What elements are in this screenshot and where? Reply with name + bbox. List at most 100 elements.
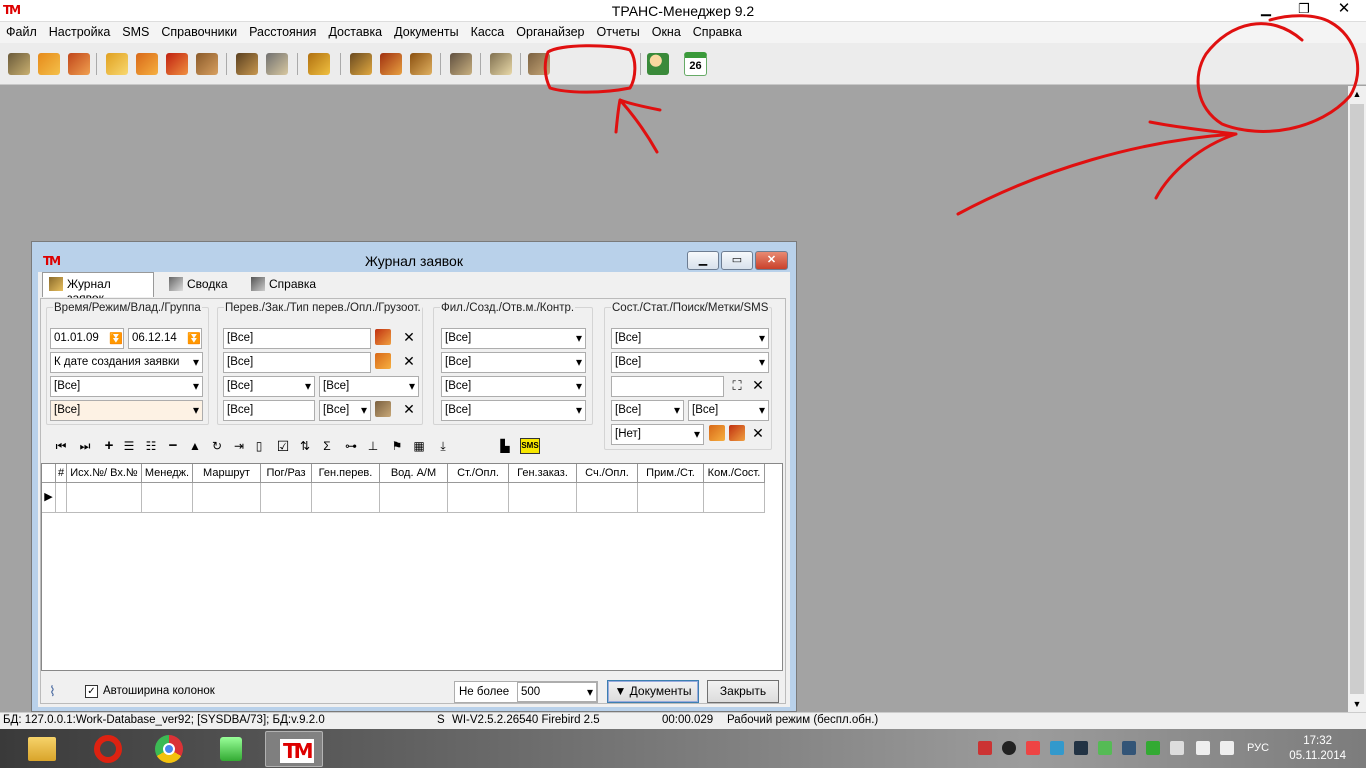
mdi-vertical-scrollbar[interactable]: ▲ ▼ <box>1348 86 1366 712</box>
user-add-icon[interactable] <box>647 53 669 75</box>
scroll-up-icon[interactable]: ▲ <box>1348 86 1366 102</box>
refresh-icon[interactable]: ↻ <box>208 436 226 456</box>
group-select[interactable]: [Все] <box>50 400 203 421</box>
tray-icon[interactable] <box>1098 741 1112 755</box>
responsible-select[interactable]: [Все] <box>441 376 586 397</box>
carrier-clear-icon[interactable]: ✕ <box>402 329 416 345</box>
order-new-icon[interactable] <box>8 53 30 75</box>
menu-cash[interactable]: Касса <box>465 22 511 39</box>
tray-icon[interactable] <box>1026 741 1040 755</box>
shipper-extra-select[interactable]: [Все] <box>319 400 371 421</box>
col-header-manager[interactable]: Менедж. <box>142 464 193 483</box>
app-icon[interactable] <box>202 731 260 767</box>
menu-windows[interactable]: Окна <box>646 22 687 39</box>
sms-truck-icon[interactable] <box>729 425 745 441</box>
wallet-icon[interactable] <box>308 53 330 75</box>
house-icon[interactable] <box>136 53 158 75</box>
sms-clear-icon[interactable]: ✕ <box>751 425 765 441</box>
grid-icon[interactable]: ▦ <box>410 436 428 456</box>
customer-field[interactable]: [Все] <box>223 352 371 373</box>
trans-manager-icon[interactable]: ТМ <box>265 731 323 767</box>
col-header-cost[interactable]: Ст./Опл. <box>448 464 509 483</box>
sms-house-icon[interactable] <box>709 425 725 441</box>
grid-cell[interactable] <box>261 483 312 513</box>
grid-cell[interactable] <box>312 483 380 513</box>
col-header-route[interactable]: Маршрут <box>193 464 261 483</box>
opera-icon[interactable] <box>78 731 136 767</box>
binoculars-icon[interactable]: ⛶ <box>728 377 746 395</box>
tray-icon[interactable] <box>1170 741 1184 755</box>
grid-cell[interactable] <box>142 483 193 513</box>
limit-select[interactable]: 500 <box>517 682 597 702</box>
menu-delivery[interactable]: Доставка <box>322 22 388 39</box>
truck-icon[interactable] <box>166 53 188 75</box>
end-icon[interactable]: ⇥ <box>230 436 248 456</box>
col-header-loading[interactable]: Пог/Раз <box>261 464 312 483</box>
tree-icon[interactable]: ⊶ <box>342 436 360 456</box>
filter-icon[interactable]: ☰ <box>120 436 138 456</box>
person-cargo-icon[interactable] <box>350 53 372 75</box>
journal-close-icon[interactable]: ✕ <box>755 251 788 270</box>
col-header-comment[interactable]: Ком./Сост. <box>704 464 765 483</box>
order-copy-icon[interactable] <box>68 53 90 75</box>
shipper-package-icon[interactable] <box>375 401 391 417</box>
tray-icon[interactable] <box>978 741 992 755</box>
grid-cell[interactable] <box>638 483 704 513</box>
col-header-number[interactable]: Исх.№/ Вх.№ <box>67 464 142 483</box>
order-edit-icon[interactable] <box>38 53 60 75</box>
grid-cell[interactable] <box>380 483 448 513</box>
col-header-driver[interactable]: Вод. А/М <box>380 464 448 483</box>
add-icon[interactable]: + <box>100 436 118 456</box>
close-button[interactable]: Закрыть <box>707 680 779 703</box>
search-input[interactable] <box>611 376 724 397</box>
col-header-invoice[interactable]: Сч./Опл. <box>577 464 638 483</box>
menu-file[interactable]: Файл <box>0 22 43 39</box>
grid-cell[interactable] <box>67 483 142 513</box>
package-icon[interactable] <box>528 53 550 75</box>
payment-select[interactable]: [Все] <box>319 376 419 397</box>
documents-button[interactable]: ▼ Документы <box>607 680 699 703</box>
sort-icon[interactable]: ⇅ <box>296 436 314 456</box>
triangle-icon[interactable] <box>450 53 472 75</box>
chrome-icon[interactable] <box>140 731 198 767</box>
mark2-select[interactable]: [Все] <box>688 400 769 421</box>
tray-icon[interactable] <box>1074 741 1088 755</box>
branch-select[interactable]: [Все] <box>441 328 586 349</box>
journal-maximize-icon[interactable]: ▭ <box>721 251 753 270</box>
menu-documents[interactable]: Документы <box>388 22 464 39</box>
clip-icon[interactable]: ▯ <box>250 436 268 456</box>
journal-window-titlebar[interactable]: ТМ Журнал заявок ▁ ▭ ✕ <box>32 242 796 272</box>
first-icon[interactable]: ⏮ <box>52 436 70 456</box>
org-icon[interactable]: ⊥ <box>364 436 382 456</box>
owner-select[interactable]: [Все] <box>50 376 203 397</box>
cargo-icon[interactable] <box>236 53 258 75</box>
close-icon[interactable]: ✕ <box>1324 0 1364 20</box>
state-select[interactable]: [Все] <box>611 328 769 349</box>
volume-icon[interactable] <box>1220 741 1234 755</box>
clock[interactable]: 17:32 05.11.2014 <box>1289 734 1346 764</box>
col-header-gen-customer[interactable]: Ген.заказ. <box>509 464 577 483</box>
last-icon[interactable]: ⏭ <box>76 436 94 456</box>
scroll-down-icon[interactable]: ▼ <box>1348 696 1366 712</box>
control-select[interactable]: [Все] <box>441 400 586 421</box>
document-icon[interactable] <box>490 53 512 75</box>
customer-clear-icon[interactable]: ✕ <box>402 353 416 369</box>
mark1-select[interactable]: [Все] <box>611 400 684 421</box>
grid-cell[interactable] <box>448 483 509 513</box>
col-header-gen-carrier[interactable]: Ген.перев. <box>312 464 380 483</box>
col-header-notes[interactable]: Прим./Ст. <box>638 464 704 483</box>
tray-icon[interactable] <box>1122 741 1136 755</box>
paperclip-icon[interactable]: ⌇ <box>49 683 65 699</box>
carrier-truck-icon[interactable] <box>375 329 391 345</box>
menu-references[interactable]: Справочники <box>155 22 243 39</box>
customer-house-icon[interactable] <box>375 353 391 369</box>
col-header-num[interactable]: # <box>56 464 67 483</box>
carrier-field[interactable]: [Все] <box>223 328 371 349</box>
carrier-type-select[interactable]: [Все] <box>223 376 315 397</box>
scroll-thumb[interactable] <box>1350 104 1364 694</box>
pencil-icon[interactable] <box>410 53 432 75</box>
calendar-icon[interactable]: 26 <box>684 52 707 76</box>
book-icon[interactable] <box>106 53 128 75</box>
tools-icon[interactable] <box>266 53 288 75</box>
grid-cell[interactable] <box>577 483 638 513</box>
